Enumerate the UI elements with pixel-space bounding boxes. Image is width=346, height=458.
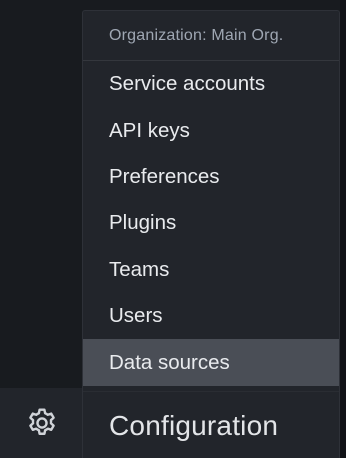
page: Organization: Main Org. Service accounts… <box>0 0 346 458</box>
menu-item-service-accounts[interactable]: Service accounts <box>83 61 339 107</box>
menu-item-api-keys[interactable]: API keys <box>83 107 339 153</box>
organization-header: Organization: Main Org. <box>83 11 339 61</box>
menu-list: Service accounts API keys Preferences Pl… <box>83 61 339 386</box>
configuration-dropdown-menu: Organization: Main Org. Service accounts… <box>82 10 340 458</box>
menu-item-users[interactable]: Users <box>83 293 339 339</box>
page-background-edge <box>340 0 346 458</box>
menu-item-teams[interactable]: Teams <box>83 247 339 293</box>
menu-item-plugins[interactable]: Plugins <box>83 200 339 246</box>
menu-item-preferences[interactable]: Preferences <box>83 154 339 200</box>
sidemenu-item-configuration[interactable] <box>0 388 83 458</box>
menu-item-data-sources[interactable]: Data sources <box>83 339 339 386</box>
configuration-title[interactable]: Configuration <box>83 391 339 458</box>
gear-icon <box>28 408 55 435</box>
sidemenu <box>0 0 83 458</box>
